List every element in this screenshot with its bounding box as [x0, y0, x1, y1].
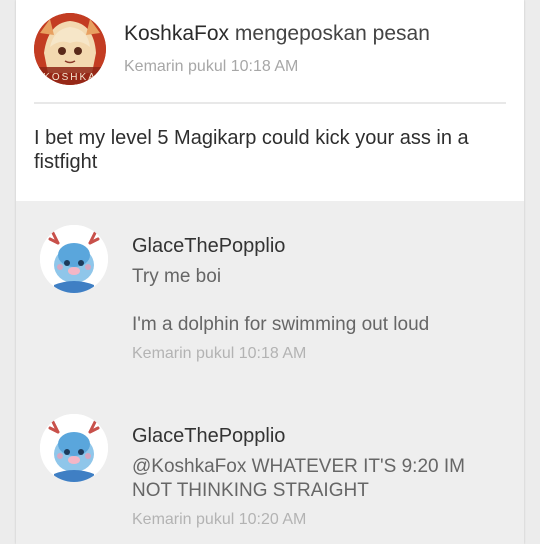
- post-action-text: mengeposkan pesan: [234, 22, 430, 45]
- comment-text-line: @KoshkaFox WHATEVER IT'S 9:20 IM NOT THI…: [132, 456, 465, 501]
- post-card: KOSHKA KoshkaFox mengeposkan pesan Kemar…: [16, 0, 524, 544]
- post-author-name[interactable]: KoshkaFox: [124, 22, 229, 45]
- post-header: KOSHKA KoshkaFox mengeposkan pesan Kemar…: [16, 0, 524, 104]
- koshkafox-avatar-image: KOSHKA: [34, 13, 106, 85]
- comment-text-line: Try me boi: [132, 266, 222, 287]
- author-avatar[interactable]: KOSHKA: [34, 13, 106, 85]
- header-divider: [34, 102, 506, 104]
- comment-author-name[interactable]: GlaceThePopplio: [132, 425, 285, 448]
- popplio-avatar-image: [40, 225, 108, 293]
- post-timestamp: Kemarin pukul 10:18 AM: [124, 58, 299, 75]
- avatar-lettering: KOSHKA: [43, 72, 97, 83]
- post-body: I bet my level 5 Magikarp could kick you…: [34, 127, 469, 173]
- comments-section: GlaceThePopplio Try me boi I'm a dolphin…: [16, 201, 524, 544]
- comment-avatar[interactable]: [40, 225, 108, 293]
- post-author-line: KoshkaFox mengeposkan pesan: [124, 22, 430, 46]
- comment-timestamp: Kemarin pukul 10:20 AM: [132, 511, 307, 528]
- comment-avatar[interactable]: [40, 414, 108, 482]
- comment-timestamp: Kemarin pukul 10:18 AM: [132, 345, 307, 362]
- comment-author-name[interactable]: GlaceThePopplio: [132, 235, 285, 258]
- comment-text-line: I'm a dolphin for swimming out loud: [132, 314, 430, 335]
- popplio-avatar-image: [40, 414, 108, 482]
